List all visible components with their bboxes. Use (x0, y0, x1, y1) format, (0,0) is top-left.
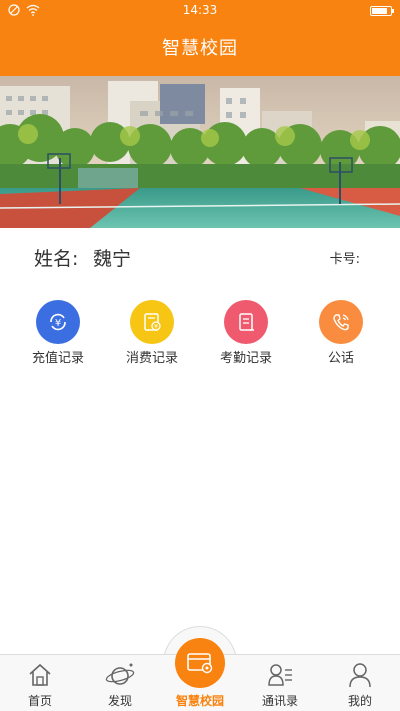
user-name: 魏宁 (93, 248, 132, 270)
nav-item-smart-campus[interactable] (175, 638, 225, 688)
nav-item-discover[interactable]: 发现 (80, 655, 160, 711)
status-bar: 14:33 (0, 0, 400, 22)
attendance-records-label: 考勤记录 (219, 351, 272, 366)
recharge-icon: ¥ (36, 300, 80, 344)
card-number-label: 卡号: (329, 252, 360, 267)
nav-item-contacts[interactable]: 通讯录 (240, 655, 320, 711)
user-info-row: 姓名: 魏宁 卡号: (0, 228, 400, 284)
public-phone-button[interactable]: 公话 (296, 298, 386, 368)
nav-label-discover: 发现 (107, 694, 132, 708)
card-gear-icon (187, 653, 213, 674)
svg-text:¥: ¥ (55, 318, 61, 329)
battery-icon (370, 6, 394, 16)
public-phone-label: 公话 (327, 351, 354, 366)
consumption-records-label: 消费记录 (125, 351, 178, 366)
attendance-icon (224, 300, 268, 344)
app-header: 智慧校园 (0, 22, 400, 76)
nav-item-home[interactable]: 首页 (0, 655, 80, 711)
nav-label-contacts: 通讯录 (261, 694, 298, 708)
campus-banner-image (0, 76, 400, 228)
nav-label-mine: 我的 (347, 694, 372, 708)
name-label: 姓名: (34, 248, 79, 270)
consumption-records-button[interactable]: ¥ 消费记录 (107, 298, 197, 368)
battery-level (372, 8, 387, 14)
svg-text:¥: ¥ (154, 324, 158, 331)
page-title: 智慧校园 (162, 38, 238, 59)
contacts-icon (268, 664, 292, 686)
nav-item-mine[interactable]: 我的 (320, 655, 400, 711)
recharge-records-label: 充值记录 (31, 351, 84, 366)
home-icon (29, 663, 51, 686)
planet-icon (105, 663, 135, 685)
recharge-records-button[interactable]: ¥ 充值记录 (13, 298, 103, 368)
nav-label-home: 首页 (27, 694, 52, 708)
person-icon (349, 663, 371, 688)
phone-icon (319, 300, 363, 344)
attendance-records-button[interactable]: 考勤记录 (201, 298, 291, 368)
quick-actions: ¥ 充值记录 ¥ 消费记录 考勤记录 公话 (0, 298, 400, 368)
consumption-icon: ¥ (130, 300, 174, 344)
status-time: 14:33 (182, 3, 218, 17)
nav-label-smart-campus: 智慧校园 (175, 694, 224, 708)
campus-illustration (0, 76, 400, 228)
